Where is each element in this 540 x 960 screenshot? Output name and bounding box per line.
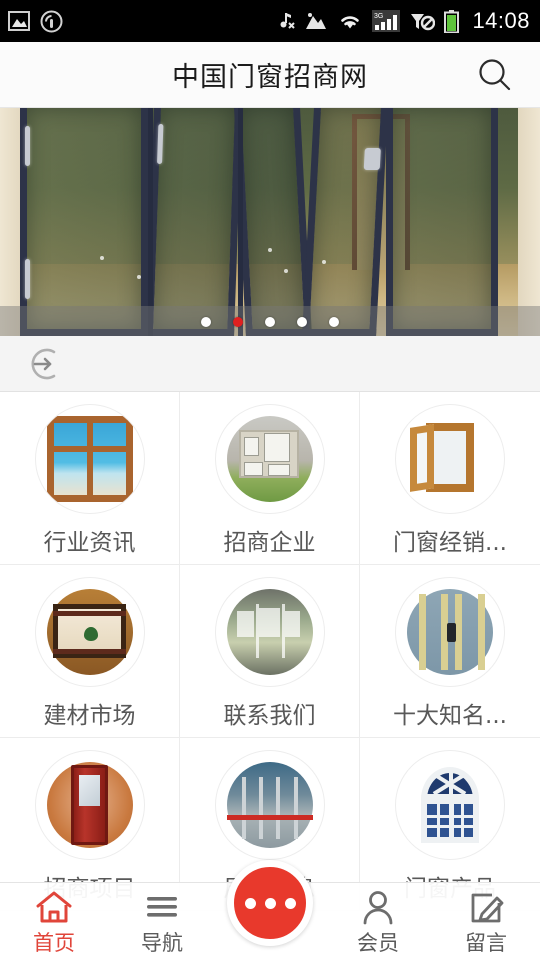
carousel-dot[interactable] <box>265 317 275 327</box>
more-dots-icon <box>264 897 276 909</box>
more-dots-icon <box>244 897 256 909</box>
more-actions-fab[interactable] <box>227 860 313 946</box>
image-icon <box>8 11 30 31</box>
signal-3g-icon: 3G <box>372 10 401 32</box>
nav-item-home[interactable]: 首页 <box>0 883 108 957</box>
carousel-dots[interactable] <box>0 317 540 327</box>
grid-item-label: 行业资讯 <box>43 530 136 556</box>
refresh-bar <box>0 336 540 392</box>
banner-carousel[interactable] <box>0 108 540 336</box>
svg-text:3G: 3G <box>374 13 383 20</box>
nav-item-label: 首页 <box>33 931 75 955</box>
grid-item-contact-us[interactable]: 联系我们 <box>180 565 360 738</box>
refresh-enter-icon[interactable] <box>24 342 68 386</box>
carousel-dot[interactable] <box>201 317 211 327</box>
grid-item-label: 招商企业 <box>223 530 316 556</box>
glass-storefront-thumb-icon <box>214 750 325 860</box>
grid-item-investment-companies[interactable]: 招商企业 <box>180 392 360 565</box>
home-icon <box>36 891 72 923</box>
nav-item-label: 会员 <box>357 931 399 955</box>
carousel-dot[interactable] <box>329 317 339 327</box>
grid-item-building-materials-market[interactable]: 建材市场 <box>0 565 180 738</box>
stained-glass-thumb-icon <box>34 577 145 687</box>
nav-item-member[interactable]: 会员 <box>324 883 432 957</box>
mountain-icon <box>306 13 327 29</box>
office-interior-thumb-icon <box>214 577 325 687</box>
nav-item-navigation[interactable]: 导航 <box>108 883 216 957</box>
red-door-thumb-icon <box>34 750 145 860</box>
open-wood-window-thumb-icon <box>395 404 505 514</box>
edit-icon <box>471 893 504 923</box>
status-bar-left-icons <box>8 10 63 33</box>
status-bar-right-icons: 3G 14:08 <box>273 8 530 34</box>
carousel-dot[interactable] <box>297 317 307 327</box>
battery-icon <box>444 9 460 33</box>
wifi-icon <box>341 16 360 29</box>
nav-item-label: 留言 <box>465 931 507 955</box>
nav-item-label: 导航 <box>141 931 183 955</box>
app-header: 中国门窗招商网 <box>0 42 540 108</box>
search-button[interactable] <box>472 52 518 98</box>
grid-item-industry-news[interactable]: 行业资讯 <box>0 392 180 565</box>
music-off-icon <box>280 13 296 29</box>
status-bar-clock: 14:08 <box>472 8 530 33</box>
broadcast-icon <box>40 10 63 32</box>
status-bar: 3G 14:08 <box>0 0 540 42</box>
menu-icon <box>147 897 177 917</box>
grid-item-label: 联系我们 <box>223 703 316 729</box>
grid-item-label: 门窗经销... <box>393 530 507 556</box>
nav-item-message[interactable]: 留言 <box>432 883 540 957</box>
grid-item-window-dealers[interactable]: 门窗经销... <box>360 392 540 565</box>
grid-item-label: 十大知名... <box>393 703 507 729</box>
window-beach-thumb-icon <box>34 404 145 514</box>
house-thumb-icon <box>214 404 325 514</box>
grid-item-label: 建材市场 <box>43 703 136 729</box>
user-icon <box>363 891 393 925</box>
grid-item-top-ten-brands[interactable]: 十大知名... <box>360 565 540 738</box>
banner-image <box>0 108 540 336</box>
more-dots-icon <box>284 897 296 909</box>
arched-window-thumb-icon <box>395 750 505 860</box>
no-sim-icon <box>411 13 436 30</box>
page-title: 中国门窗招商网 <box>172 62 368 93</box>
bottom-navigation-bar: 首页 导航 会员 留言 <box>0 860 540 960</box>
blue-panel-door-thumb-icon <box>395 577 505 687</box>
carousel-dot-active[interactable] <box>233 317 243 327</box>
category-grid: 行业资讯 招商企业 门窗经销... 建材市场 联系我们 十大知名... <box>0 392 540 911</box>
search-icon <box>479 58 511 90</box>
